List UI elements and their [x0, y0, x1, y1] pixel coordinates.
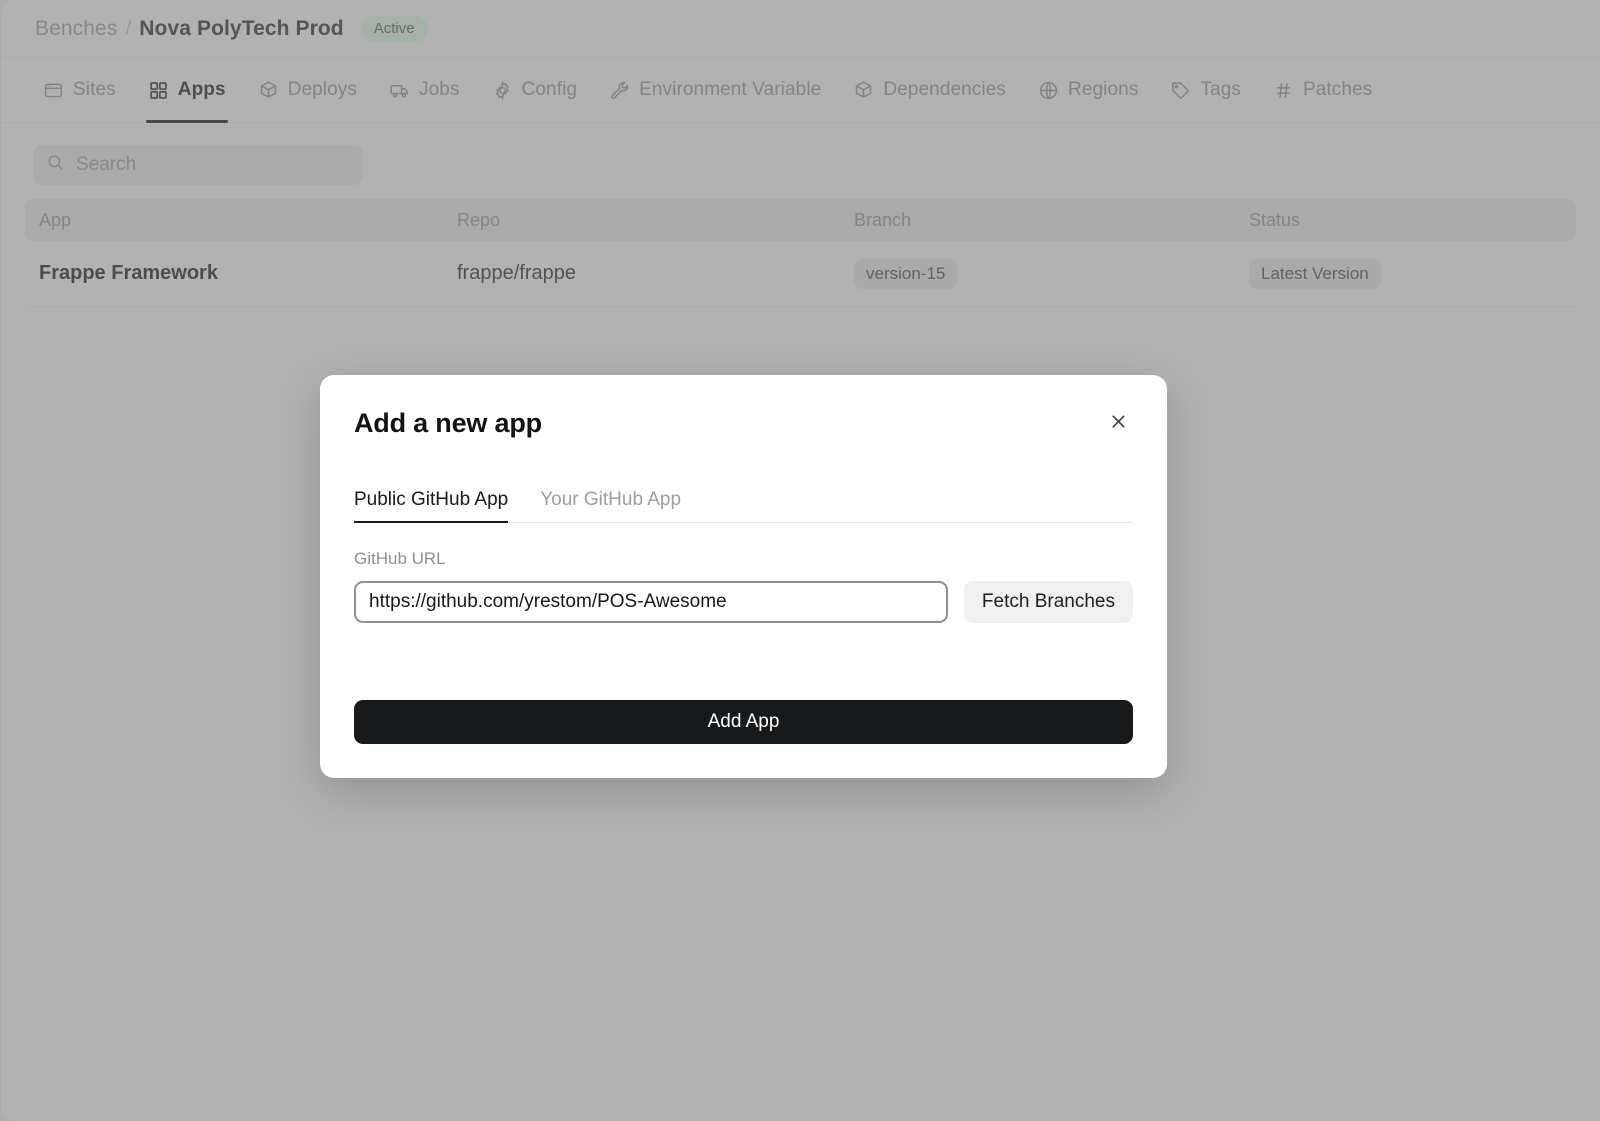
add-app-modal: Add a new app Public GitHub App Your Git…	[320, 375, 1167, 778]
close-button[interactable]	[1103, 408, 1133, 438]
github-url-row: Fetch Branches	[354, 581, 1133, 623]
github-url-input-wrap	[354, 581, 948, 623]
tab-your-github-app[interactable]: Your GitHub App	[540, 489, 681, 522]
add-app-button[interactable]: Add App	[354, 700, 1133, 744]
modal-header: Add a new app	[354, 408, 1133, 439]
close-icon	[1108, 411, 1129, 435]
tab-public-github-app[interactable]: Public GitHub App	[354, 489, 508, 522]
github-url-label: GitHub URL	[354, 549, 1133, 569]
fetch-branches-button[interactable]: Fetch Branches	[964, 581, 1133, 623]
github-url-input[interactable]	[354, 581, 948, 623]
modal-title: Add a new app	[354, 408, 542, 439]
modal-tab-strip[interactable]: Public GitHub App Your GitHub App	[354, 489, 1133, 523]
